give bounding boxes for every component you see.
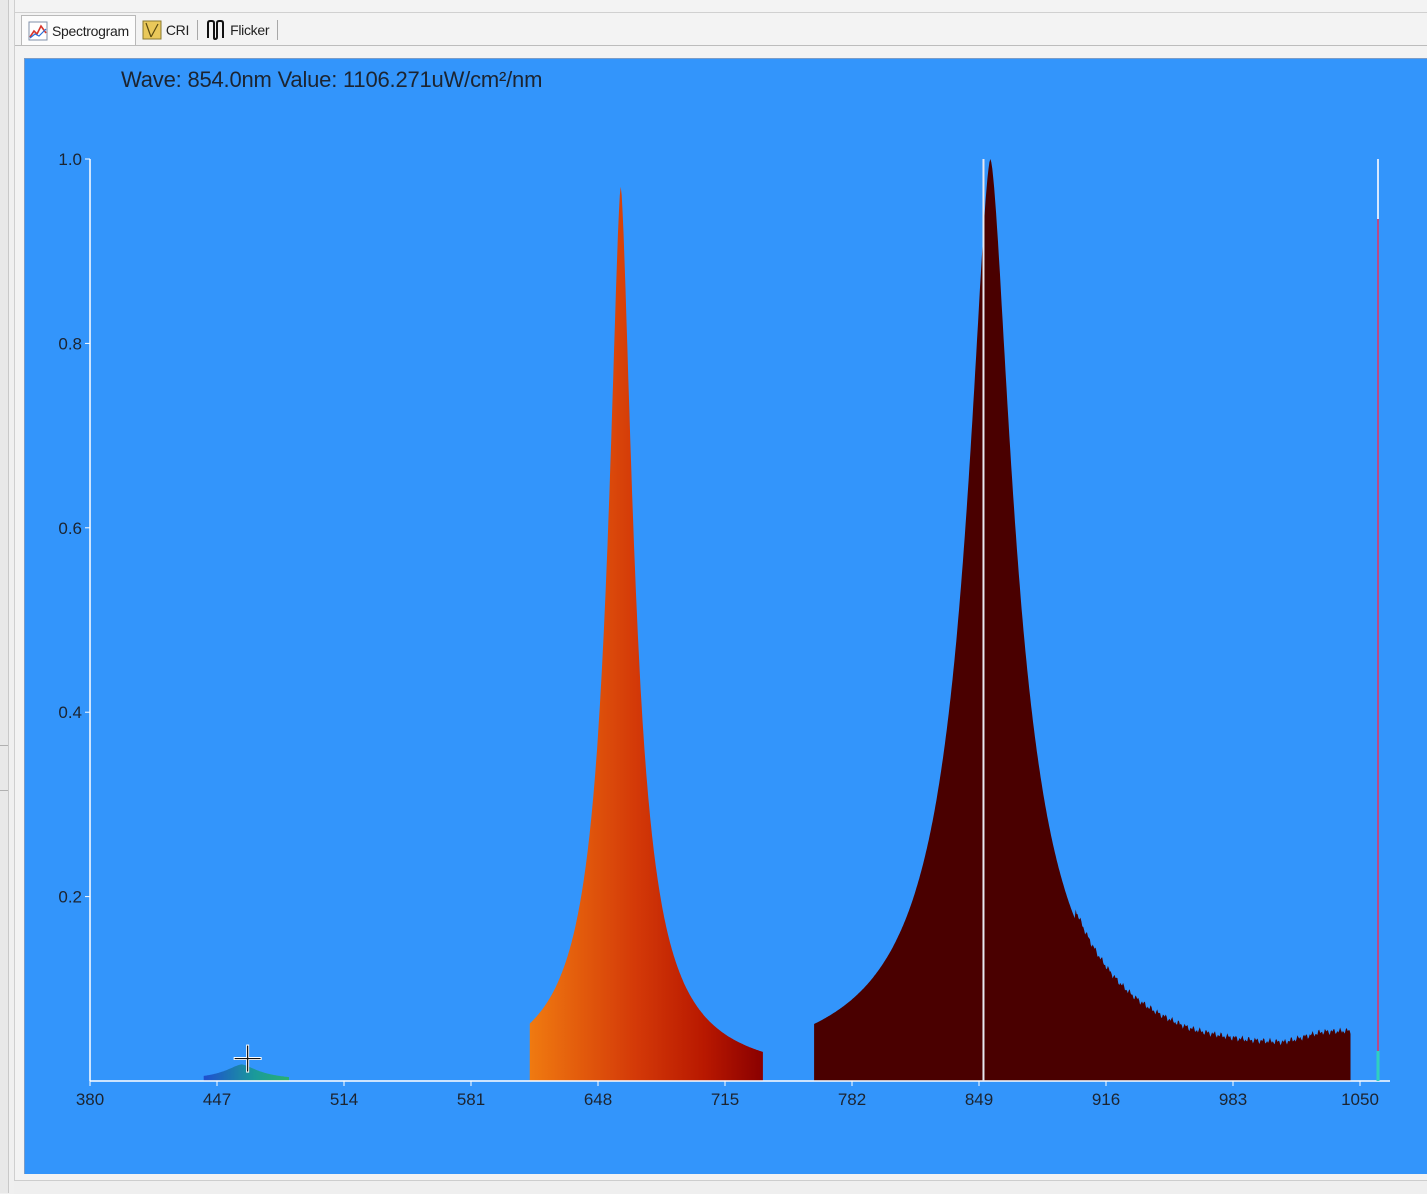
spectrum-chart[interactable]: 0.2 0.4 0.6 0.8 1.0 380 447 514 581 648 715 782 849 9… [25, 59, 1427, 1174]
top-border [15, 12, 1427, 13]
bottom-border [14, 1180, 1427, 1194]
y-tick-label: 0.2 [58, 888, 82, 907]
tab-underline [15, 45, 1427, 46]
tab-flicker[interactable]: Flicker [200, 16, 275, 44]
y-tick-label: 1.0 [58, 150, 82, 169]
y-tick-label: 0.6 [58, 519, 82, 538]
left-panel-edge [0, 0, 9, 1193]
x-tick-label: 447 [203, 1090, 231, 1109]
left-panel-divider [0, 745, 8, 746]
x-tick-label: 648 [584, 1090, 612, 1109]
left-panel-divider [0, 790, 8, 791]
x-tick-label: 782 [838, 1090, 866, 1109]
tab-flicker-label: Flicker [230, 22, 270, 38]
x-tick-label: 916 [1092, 1090, 1120, 1109]
y-tick-label: 0.8 [58, 334, 82, 353]
tab-spectrogram-label: Spectrogram [52, 22, 129, 39]
flicker-icon [207, 20, 225, 40]
tab-separator [277, 20, 279, 40]
x-tick-label: 983 [1219, 1090, 1247, 1109]
x-tick-label: 380 [76, 1090, 104, 1109]
tab-cri-label: CRI [165, 22, 190, 38]
tab-spectrogram[interactable]: Spectrogram [21, 15, 136, 45]
x-tick-label: 581 [457, 1090, 485, 1109]
nir-peak-area [814, 159, 1351, 1081]
y-tick-label: 0.4 [58, 703, 82, 722]
tab-cri[interactable]: CRI [136, 16, 195, 44]
cri-icon [142, 20, 162, 40]
spectrum-plot-panel[interactable]: Wave: 854.0nm Value: 1106.271uW/cm²/nm 0… [24, 58, 1427, 1174]
spectrogram-icon [28, 21, 48, 40]
x-tick-label: 514 [330, 1090, 358, 1109]
x-tick-label: 715 [711, 1090, 739, 1109]
tab-bar: Spectrogram CRI Flicker [21, 15, 280, 45]
x-tick-label: 1050 [1341, 1090, 1379, 1109]
red-peak-area [529, 186, 763, 1081]
tab-separator [197, 20, 199, 40]
x-tick-label: 849 [965, 1090, 993, 1109]
